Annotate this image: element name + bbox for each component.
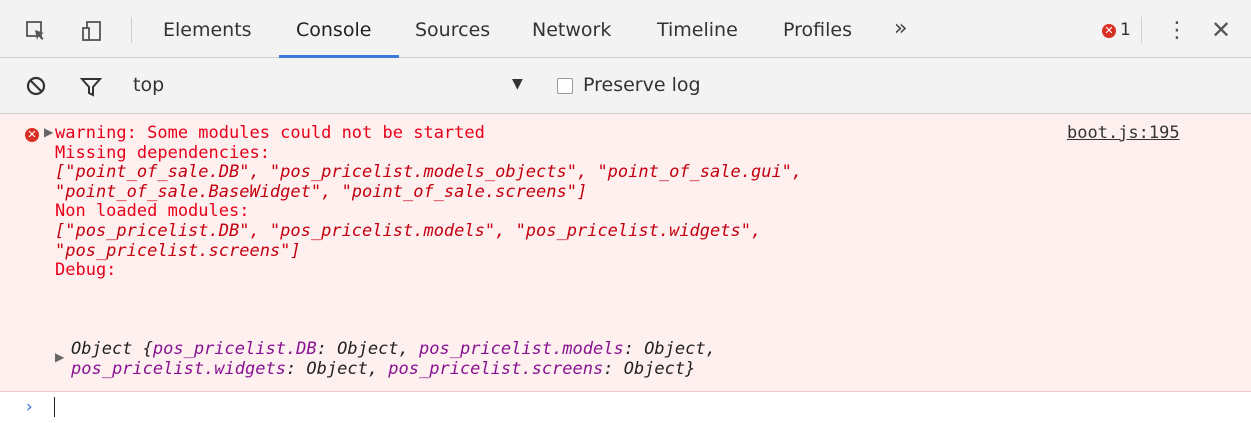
console-input[interactable]: [54, 397, 55, 417]
clear-console-icon[interactable]: [24, 74, 48, 98]
console-toolbar: top ▼ Preserve log: [0, 58, 1251, 114]
console-error-message: ✕ ▶ warning: Some modules could not be s…: [0, 114, 1251, 392]
message-line: Debug:: [55, 260, 117, 281]
inspect-element-icon[interactable]: [24, 19, 48, 43]
tab-elements[interactable]: Elements: [163, 18, 252, 42]
message-line: Non loaded modules:: [55, 201, 250, 222]
kebab-menu-icon[interactable]: ⋮: [1166, 18, 1188, 43]
message-line: Missing dependencies:: [55, 142, 270, 163]
object-key: pos_pricelist.widgets: [71, 358, 286, 379]
preserve-log-label[interactable]: Preserve log: [583, 74, 701, 96]
context-selector[interactable]: top: [133, 74, 164, 96]
preserve-log-checkbox[interactable]: [557, 78, 573, 94]
object-value: : Object,: [285, 358, 389, 379]
filter-icon[interactable]: [79, 75, 103, 99]
tab-network[interactable]: Network: [532, 18, 611, 42]
object-key: pos_pricelist.screens: [388, 358, 604, 379]
object-prefix: Object {: [71, 339, 153, 359]
message-line: ["point_of_sale.DB", "pos_pricelist.mode…: [55, 162, 803, 183]
tab-sources[interactable]: Sources: [415, 18, 490, 42]
error-text[interactable]: warning: Some modules could not be start…: [55, 123, 803, 281]
message-line: "point_of_sale.BaseWidget", "point_of_sa…: [55, 181, 588, 202]
devtools-tabbar: Elements Console Sources Network Timelin…: [0, 0, 1251, 58]
more-tabs-button[interactable]: »: [894, 16, 907, 41]
chevron-down-icon[interactable]: ▼: [512, 76, 523, 92]
toolbar-divider: [131, 17, 132, 43]
object-key: pos_pricelist.models: [419, 339, 624, 359]
object-value: : Object,: [316, 339, 420, 359]
expand-arrow-icon[interactable]: ▶: [44, 125, 53, 139]
debug-object[interactable]: Object {pos_pricelist.DB: Object, pos_pr…: [71, 339, 716, 379]
message-line: "pos_pricelist.screens"]: [55, 240, 301, 261]
object-expand-icon[interactable]: ▶: [55, 350, 64, 364]
message-line: warning: Some modules could not be start…: [55, 123, 485, 143]
close-icon[interactable]: ✕: [1211, 16, 1231, 44]
tab-profiles[interactable]: Profiles: [783, 18, 852, 42]
object-value: : Object,: [623, 339, 716, 359]
console-prompt-icon: ›: [24, 397, 35, 417]
error-count[interactable]: 1: [1120, 20, 1131, 40]
object-value: : Object}: [603, 358, 696, 379]
toolbar-divider: [1141, 17, 1142, 43]
tab-console[interactable]: Console: [296, 18, 371, 42]
object-key: pos_pricelist.DB: [152, 339, 317, 359]
tab-timeline[interactable]: Timeline: [657, 18, 738, 42]
device-toolbar-icon[interactable]: [80, 19, 104, 43]
error-icon: ✕: [25, 128, 39, 142]
error-count-icon[interactable]: ✕: [1102, 24, 1116, 38]
source-link[interactable]: boot.js:195: [1067, 123, 1180, 144]
message-line: ["pos_pricelist.DB", "pos_pricelist.mode…: [55, 220, 762, 241]
